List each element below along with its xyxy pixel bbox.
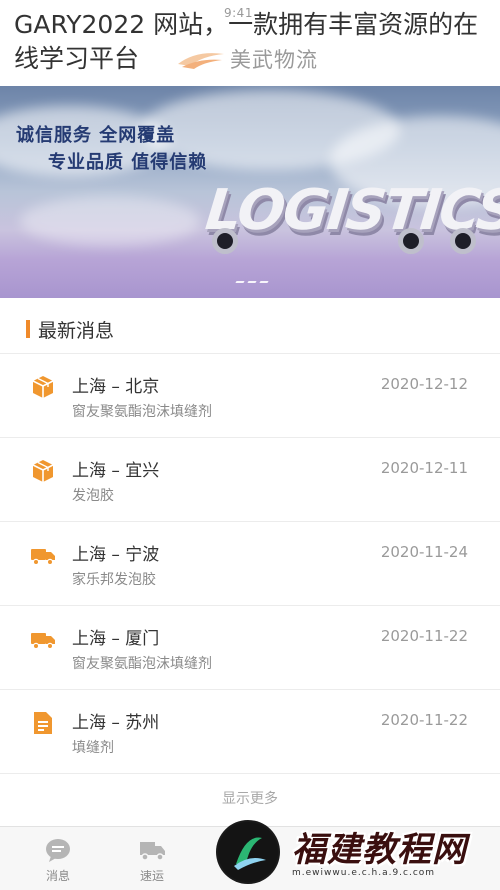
carousel-dot[interactable] (247, 281, 257, 283)
tab-label: 速运 (139, 869, 164, 883)
truck-icon (31, 549, 55, 566)
watermark-url: m.ewiwwu.e.c.h.a.9.c.com (292, 868, 436, 878)
news-route: 上海 – 宜兴 (72, 461, 160, 481)
overlay-title: GARY2022 网站，一款拥有丰富资源的在线学习平台 (14, 10, 479, 73)
package-icon (32, 460, 54, 482)
truck-wheel (398, 228, 424, 254)
news-item[interactable]: 上海 – 宜兴 发泡胶 2020-12-11 (0, 438, 500, 522)
cloud-shape (20, 196, 200, 246)
news-section-title: 最新消息 (38, 320, 115, 342)
news-route: 上海 – 苏州 (72, 713, 160, 733)
watermark-logo-icon (216, 820, 280, 884)
news-description: 窗友聚氨酯泡沫填缝剂 (72, 404, 212, 420)
news-date: 2020-12-12 (380, 375, 468, 393)
news-description: 家乐邦发泡胶 (72, 572, 156, 588)
message-icon (46, 839, 70, 862)
news-date: 2020-11-22 (380, 711, 468, 729)
news-date: 2020-12-11 (380, 459, 468, 477)
app-screen: 9:41 美武物流 GARY2022 网站，一款拥有丰富资源的在线学习平台 诚信… (0, 0, 500, 890)
tab-messages[interactable]: 消息 (28, 837, 88, 884)
app-header: 9:41 美武物流 GARY2022 网站，一款拥有丰富资源的在线学习平台 (0, 0, 500, 86)
news-description: 窗友聚氨酯泡沫填缝剂 (72, 656, 212, 672)
news-item[interactable]: 上海 – 北京 窗友聚氨酯泡沫填缝剂 2020-12-12 (0, 354, 500, 438)
truck-icon (31, 633, 55, 650)
news-route: 上海 – 厦门 (72, 629, 160, 649)
banner-slogan-1: 诚信服务 全网覆盖 (16, 125, 176, 146)
carousel-dot[interactable] (235, 281, 245, 283)
news-route: 上海 – 宁波 (72, 545, 160, 565)
tab-express[interactable]: 速运 (122, 837, 182, 884)
news-route: 上海 – 北京 (72, 377, 160, 397)
news-date: 2020-11-22 (380, 627, 468, 645)
banner-slogan-2: 专业品质 值得信赖 (48, 152, 208, 173)
banner-carousel[interactable]: 诚信服务 全网覆盖 专业品质 值得信赖 LOGISTICS (0, 86, 500, 298)
watermark-text: 福建教程网 (292, 830, 467, 870)
news-item[interactable]: 上海 – 苏州 填缝剂 2020-11-22 (0, 690, 500, 774)
show-more-button[interactable]: 显示更多 (0, 774, 500, 824)
package-icon (32, 376, 54, 398)
section-accent-bar (26, 320, 30, 338)
news-section-header: 最新消息 (0, 302, 500, 354)
news-date: 2020-11-24 (380, 543, 468, 561)
news-item[interactable]: 上海 – 宁波 家乐邦发泡胶 2020-11-24 (0, 522, 500, 606)
carousel-dot[interactable] (259, 281, 269, 283)
truck-wheel (450, 228, 476, 254)
truck-icon (140, 842, 165, 861)
news-description: 填缝剂 (72, 740, 114, 756)
truck-wheel (212, 228, 238, 254)
document-icon (34, 712, 52, 734)
carousel-indicator[interactable] (235, 281, 269, 283)
news-description: 发泡胶 (72, 488, 114, 504)
news-item[interactable]: 上海 – 厦门 窗友聚氨酯泡沫填缝剂 2020-11-22 (0, 606, 500, 690)
tab-label: 消息 (45, 869, 70, 883)
news-list: 上海 – 北京 窗友聚氨酯泡沫填缝剂 2020-12-12 上海 – 宜兴 发泡… (0, 354, 500, 774)
